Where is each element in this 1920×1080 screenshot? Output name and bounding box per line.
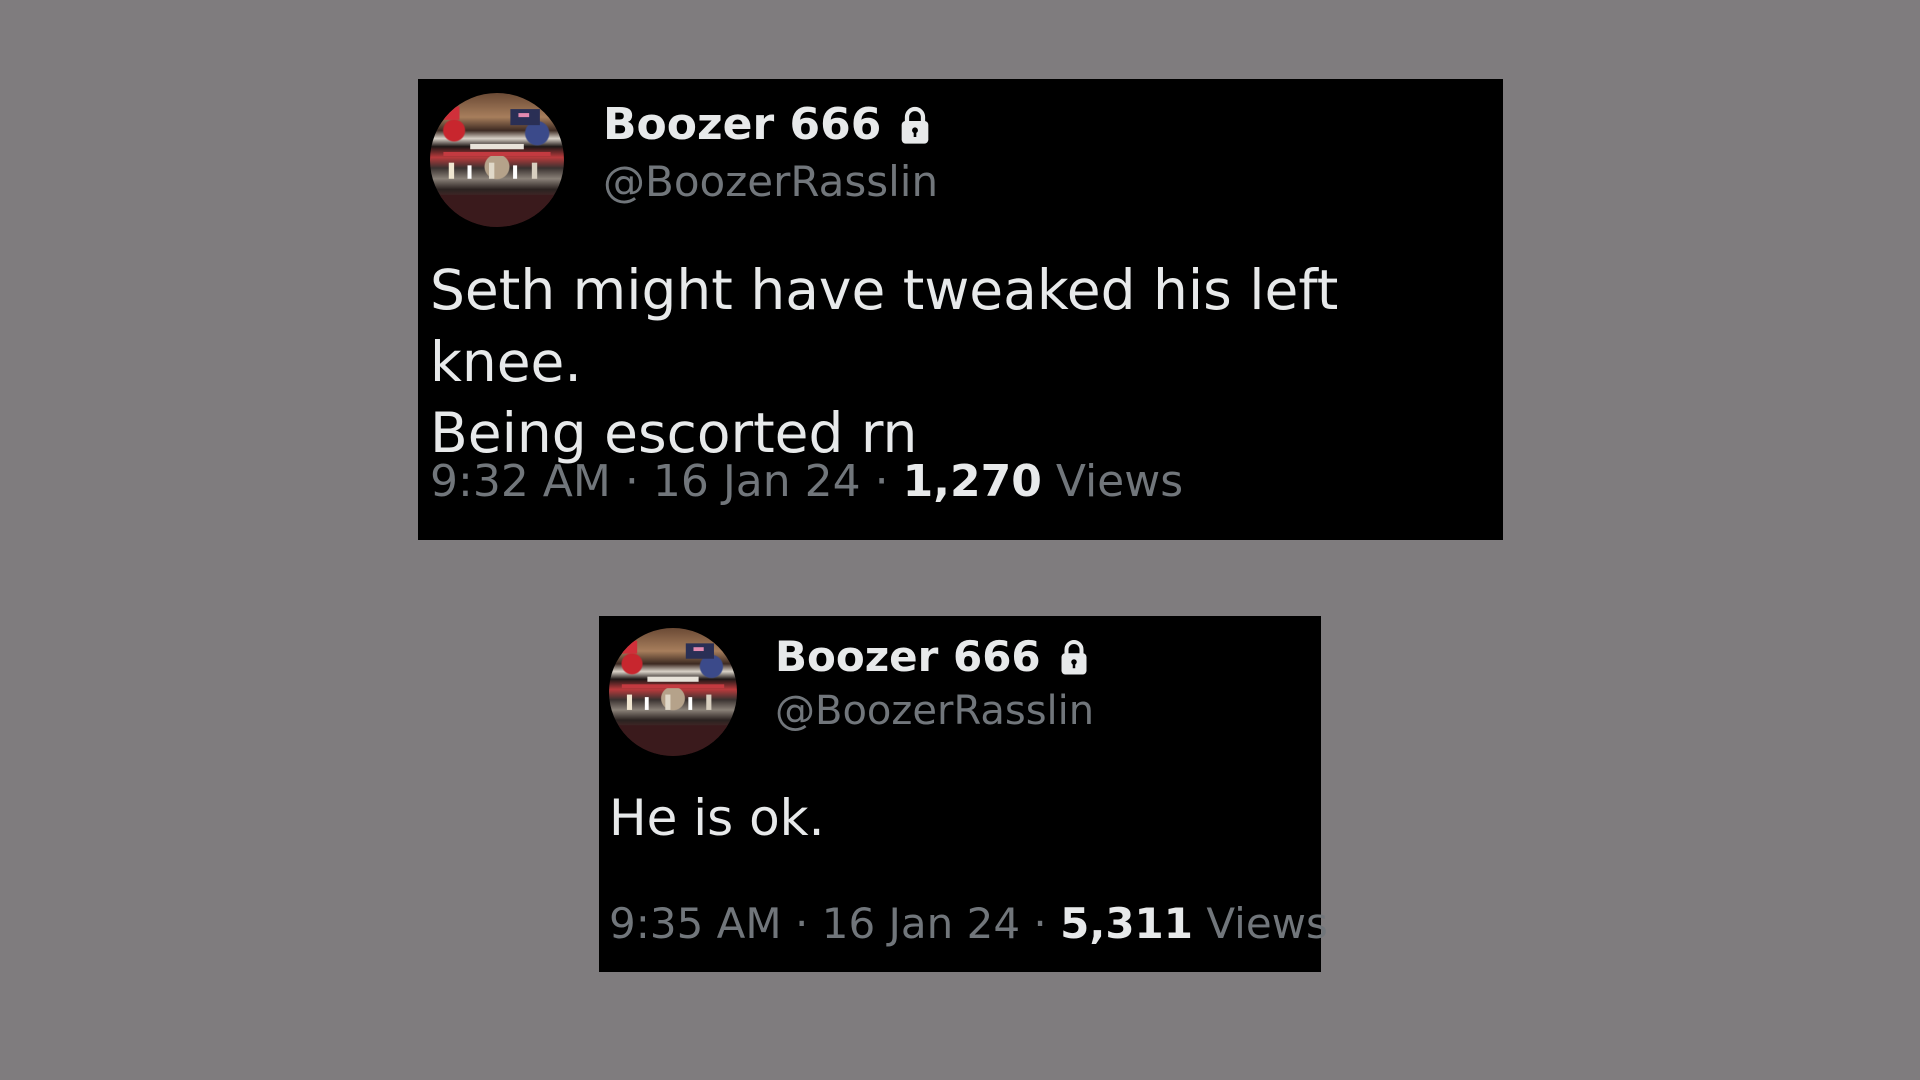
avatar[interactable]: [609, 628, 737, 756]
tweet-text-line: He is ok.: [609, 789, 825, 847]
views-count: 5,311: [1060, 899, 1193, 948]
tweet-time[interactable]: 9:35 AM: [609, 899, 782, 948]
tweet-date[interactable]: 16 Jan 24: [822, 899, 1020, 948]
views-label: Views: [1206, 899, 1328, 948]
tweet-meta: 9:35 AM · 16 Jan 24 · 5,311 Views: [609, 899, 1328, 948]
lock-icon: [899, 105, 931, 145]
lock-icon: [1059, 638, 1089, 676]
tweet-text: He is ok.: [609, 786, 1309, 851]
tweet-time[interactable]: 9:32 AM: [430, 456, 611, 507]
tweet-card-1: Boozer 666 @BoozerRasslin Seth might hav…: [418, 79, 1503, 540]
tweet-card-2: Boozer 666 @BoozerRasslin He is ok. 9:35…: [599, 616, 1328, 972]
meta-separator: ·: [1033, 899, 1047, 948]
display-name-row: Boozer 666: [775, 632, 1089, 681]
meta-separator: ·: [795, 899, 809, 948]
user-handle[interactable]: @BoozerRasslin: [603, 157, 938, 206]
display-name[interactable]: Boozer 666: [603, 99, 881, 150]
meta-separator: ·: [624, 456, 639, 507]
tweet-meta: 9:32 AM · 16 Jan 24 · 1,270 Views: [430, 456, 1183, 507]
tweet-text: Seth might have tweaked his left knee. B…: [430, 255, 1495, 470]
display-name[interactable]: Boozer 666: [775, 632, 1041, 681]
views-label: Views: [1055, 456, 1184, 507]
views-count: 1,270: [902, 456, 1042, 507]
avatar[interactable]: [430, 93, 564, 227]
display-name-row: Boozer 666: [603, 99, 931, 150]
user-handle[interactable]: @BoozerRasslin: [775, 688, 1094, 734]
tweet-text-line: Seth might have tweaked his left knee.: [430, 258, 1339, 394]
meta-separator: ·: [874, 456, 889, 507]
tweet-date[interactable]: 16 Jan 24: [653, 456, 861, 507]
